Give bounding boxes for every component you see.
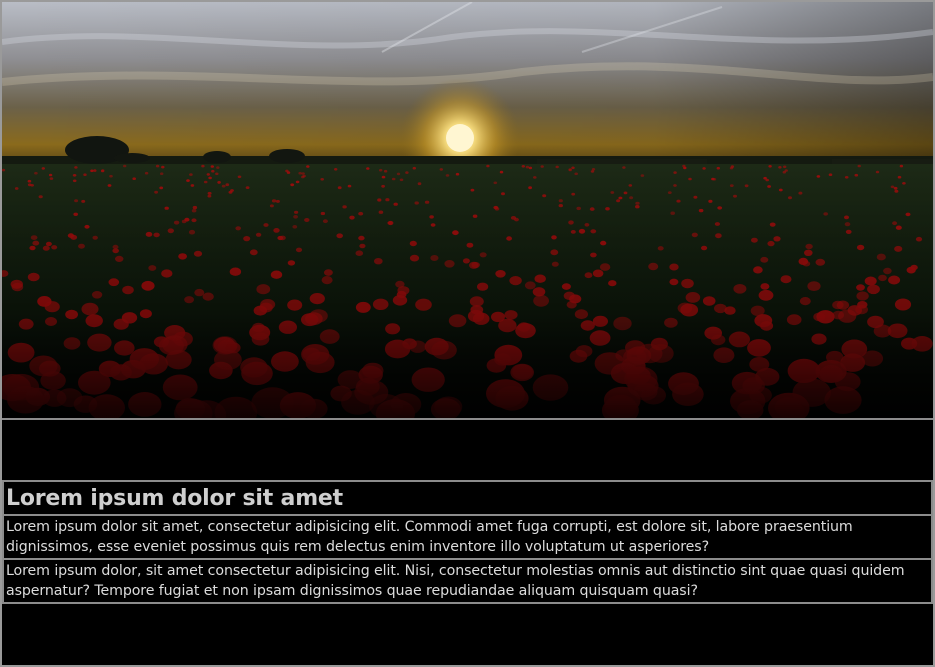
poppy-field-photo (2, 2, 933, 418)
article-card: Lorem ipsum dolor sit amet Lorem ipsum d… (2, 480, 933, 604)
page-frame: Lorem ipsum dolor sit amet Lorem ipsum d… (0, 0, 935, 667)
article-paragraph: Lorem ipsum dolor, sit amet consectetur … (4, 558, 931, 602)
article-paragraph: Lorem ipsum dolor sit amet, consectetur … (6, 519, 853, 555)
spacer-block (2, 420, 933, 480)
footer-spacer (2, 605, 933, 665)
hero-image (2, 2, 933, 420)
article-title: Lorem ipsum dolor sit amet (4, 482, 931, 516)
